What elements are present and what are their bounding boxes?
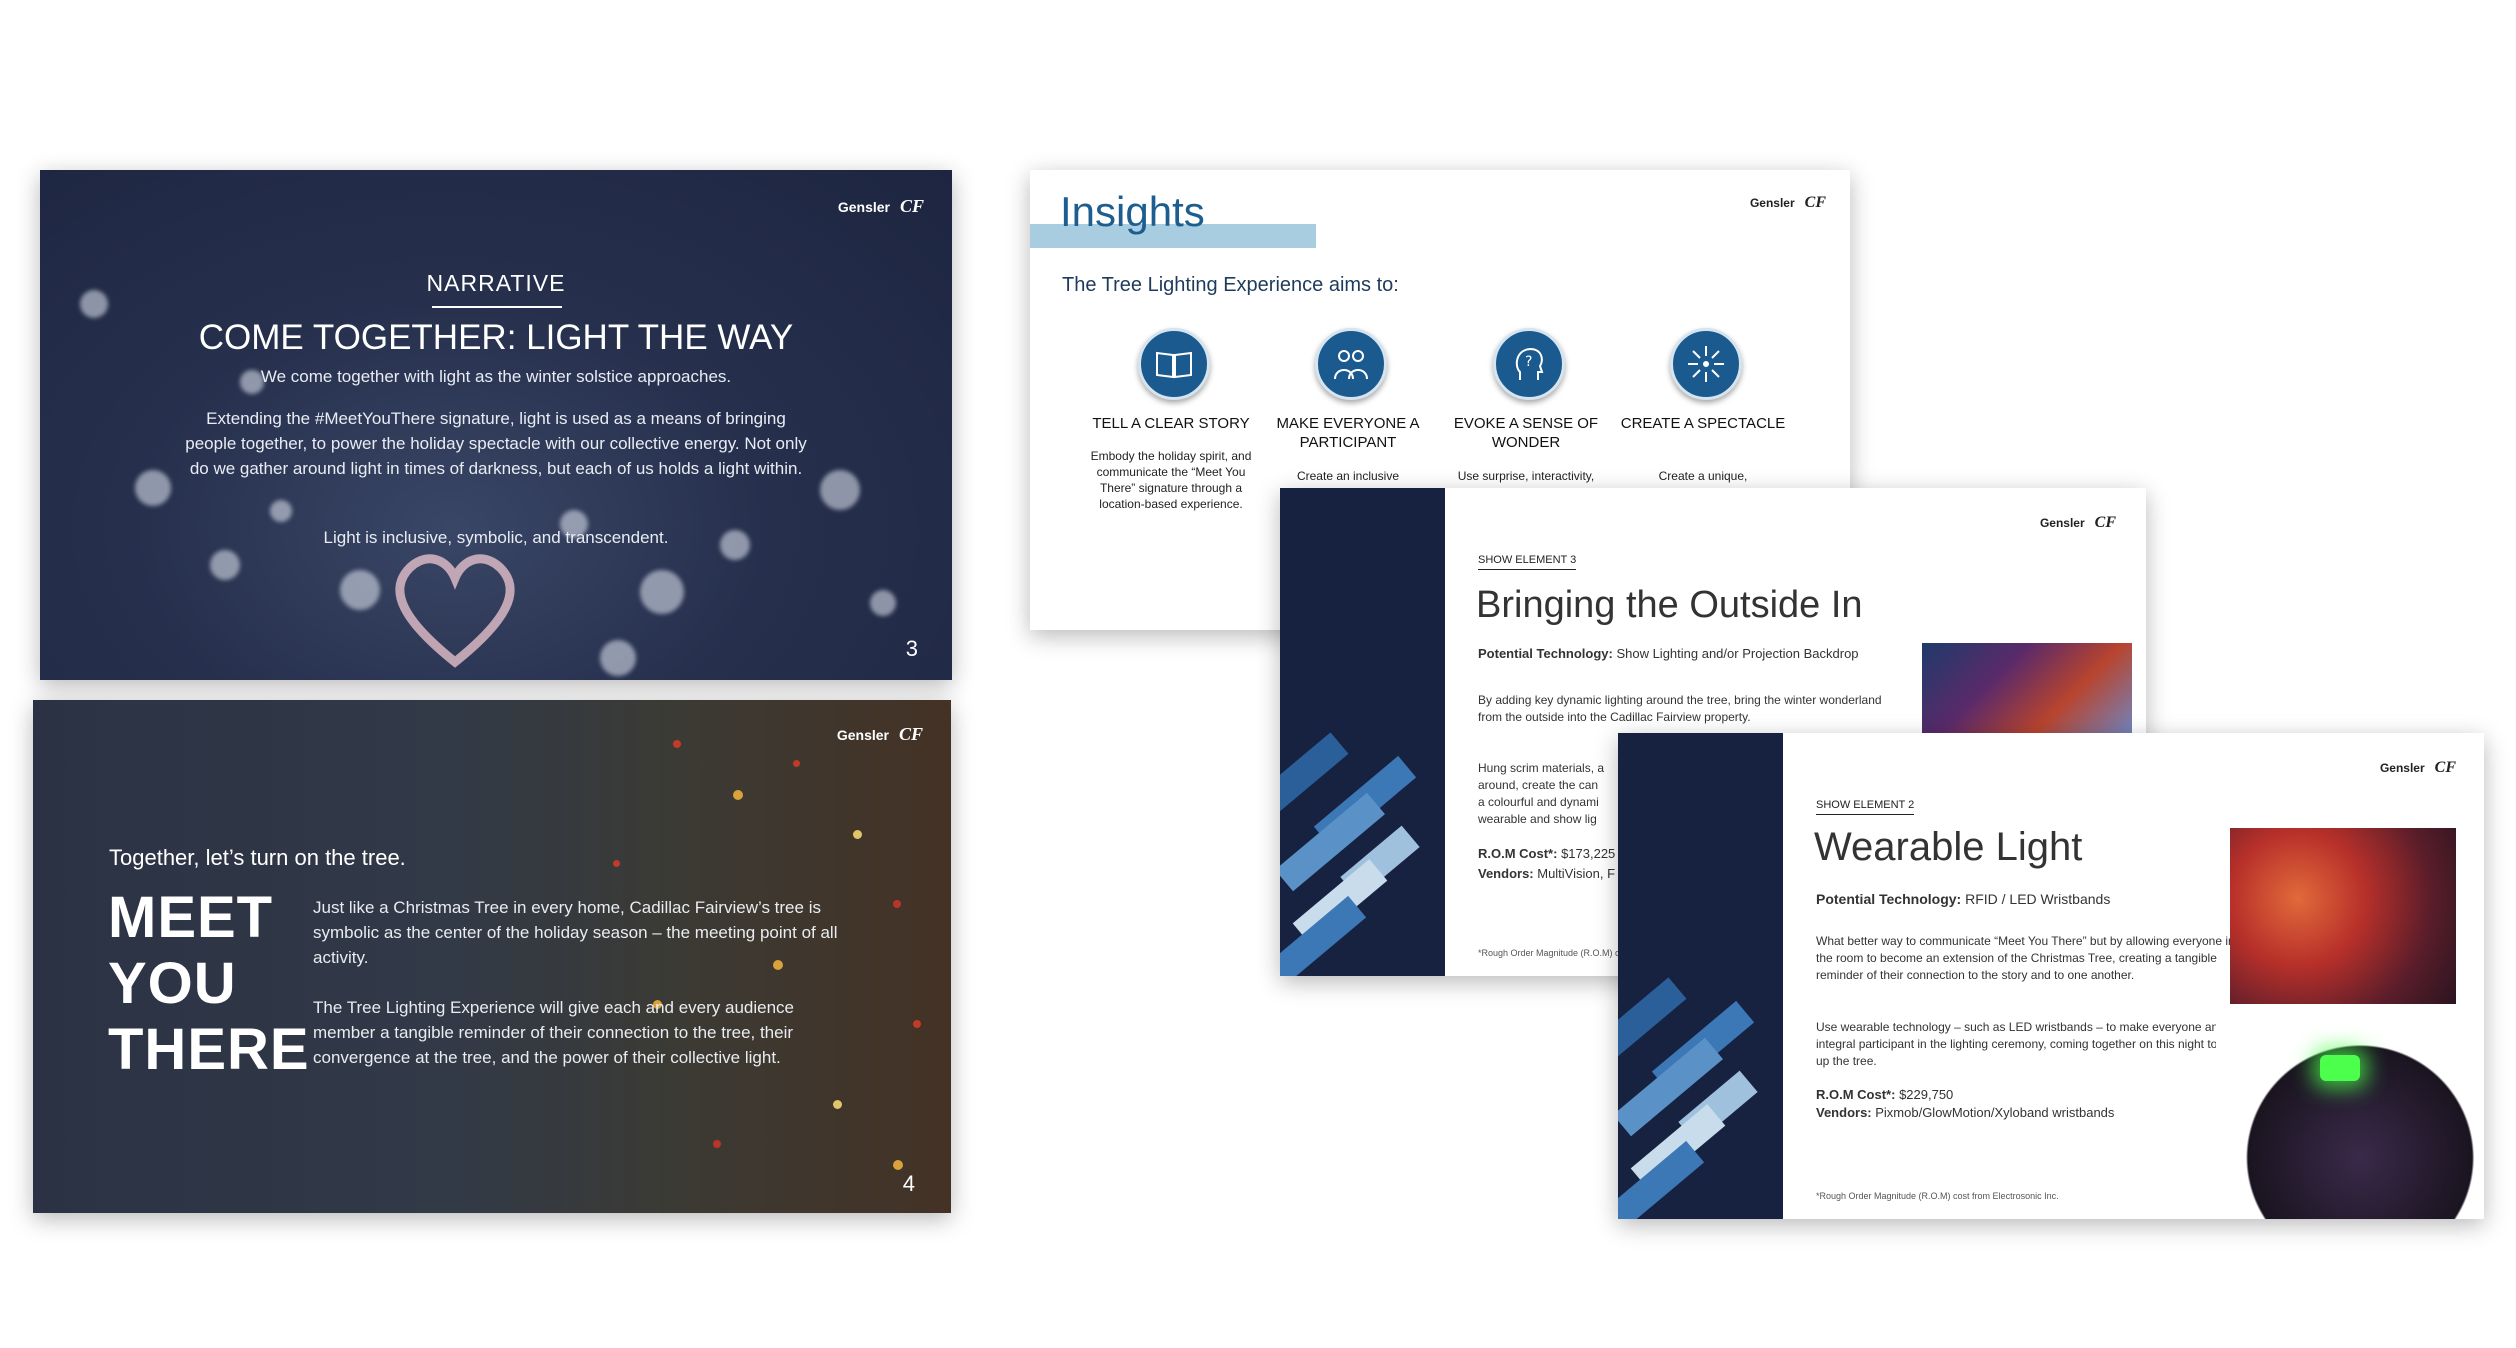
svg-text:?: ? (1525, 354, 1532, 370)
outside-tech: Potential Technology: Show Lighting and/… (1478, 646, 1859, 661)
narrative-body: Extending the #MeetYouThere signature, l… (185, 409, 807, 478)
show-element-tag: SHOW ELEMENT 3 (1478, 554, 1577, 570)
gensler-cf-logo: Gensler CF (2379, 759, 2456, 776)
wearable-vendors: Vendors: Pixmob/GlowMotion/Xyloband wris… (1816, 1105, 2115, 1120)
heart-light-icon (395, 554, 515, 668)
slide-meet-you-there[interactable]: Gensler CF Together, let’s turn on the tr… (33, 700, 951, 1213)
gensler-cf-logo: Gensler CF (837, 196, 924, 216)
wearable-body-1: What better way to communicate “Meet You… (1816, 934, 2235, 982)
people-icon (1315, 328, 1387, 400)
outside-title: Bringing the Outside In (1476, 584, 1863, 626)
narrative-tag: NARRATIVE (426, 270, 566, 296)
outside-lighting-photo (1922, 643, 2132, 743)
led-wristband-icon (2320, 1055, 2360, 1081)
narrative-intro: We come together with light as the winte… (260, 367, 732, 386)
insight-head-2: MAKE EVERYONE A PARTICIPANT (1276, 415, 1420, 451)
insights-title: Insights (1060, 188, 1205, 235)
page-number: 4 (902, 1171, 915, 1196)
navy-side-panel (1618, 733, 1783, 1219)
narrative-underline (432, 306, 562, 308)
wearable-body-2: Use wearable technology – such as LED wr… (1816, 1020, 2243, 1068)
slide-wearable-light[interactable]: Gensler CF SHOW ELEMENT 2 Wearable Light … (1618, 733, 2484, 1219)
wristband-person-photo (2216, 1015, 2478, 1219)
meet-intro: Together, let’s turn on the tree. (109, 845, 406, 870)
burst-icon (1670, 328, 1742, 400)
meet-body-1: Just like a Christmas Tree in every home… (313, 898, 838, 967)
show-element-tag: SHOW ELEMENT 2 (1816, 799, 1915, 815)
book-icon (1138, 328, 1210, 400)
insight-head-4: CREATE A SPECTACLE (1620, 415, 1786, 432)
insight-body-2: Create an inclusive (1296, 469, 1400, 483)
meet-heading-1: MEET (108, 885, 274, 950)
meet-heading-2: YOU (108, 951, 237, 1016)
gensler-cf-logo: Gensler CF (2039, 514, 2116, 531)
outside-cost: R.O.M Cost*: $173,225 (1478, 846, 1616, 861)
outside-vendors: Vendors: MultiVision, F (1478, 866, 1616, 881)
outside-body-2: Hung scrim materials, a around, create th… (1478, 761, 1605, 826)
insights-subtitle: The Tree Lighting Experience aims to: (1062, 274, 1399, 296)
wearable-cost: R.O.M Cost*: $229,750 (1816, 1087, 1954, 1102)
insight-body-3: Use surprise, interactivity, (1457, 469, 1595, 483)
outside-footnote: *Rough Order Magnitude (R.O.M) c (1478, 948, 1620, 958)
insight-head-3: EVOKE A SENSE OF WONDER (1453, 415, 1599, 451)
insight-body-1: Embody the holiday spirit, and communica… (1090, 449, 1252, 511)
wearable-title: Wearable Light (1814, 825, 2083, 869)
slide-narrative[interactable]: Gensler CF NARRATIVE COME TOGETHER: LIGHT… (40, 170, 952, 680)
navy-side-panel (1280, 488, 1445, 976)
crowd-lights-photo (2230, 828, 2456, 1004)
page-number: 3 (905, 636, 918, 661)
head-question-icon: ? (1493, 328, 1565, 400)
meet-body-2: The Tree Lighting Experience will give e… (313, 998, 795, 1067)
outside-body-1: By adding key dynamic lighting around th… (1478, 693, 1882, 724)
insight-body-4: Create a unique, (1658, 469, 1748, 483)
gensler-cf-logo: Gensler CF (1749, 194, 1826, 211)
narrative-title: COME TOGETHER: LIGHT THE WAY (198, 318, 794, 357)
wearable-footnote: *Rough Order Magnitude (R.O.M) cost from… (1816, 1191, 2059, 1201)
wearable-tech: Potential Technology: RFID / LED Wristba… (1816, 891, 2111, 907)
insight-head-1: TELL A CLEAR STORY (1092, 415, 1250, 432)
meet-heading-3: THERE (108, 1017, 310, 1082)
gensler-cf-logo: Gensler CF (836, 724, 923, 744)
narrative-closing: Light is inclusive, symbolic, and transc… (323, 528, 669, 547)
